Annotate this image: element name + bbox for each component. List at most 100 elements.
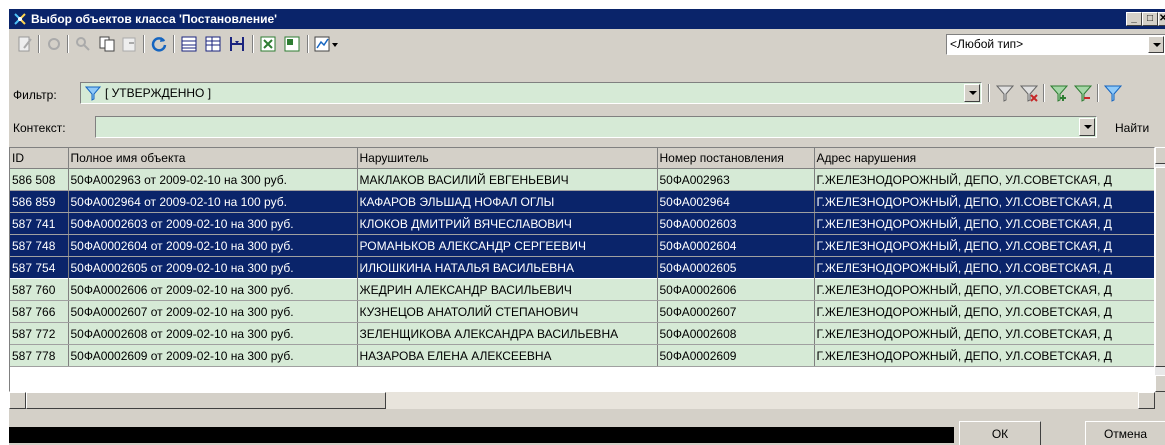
maximize-button[interactable]: □ (1142, 12, 1158, 26)
table-row[interactable]: 586 508 50ФА002963 от 2009-02-10 на 300 р… (10, 168, 1154, 191)
cell-violator: ЖЕДРИН АЛЕКСАНДР ВАСИЛЬЕВИЧ (357, 278, 658, 301)
cell-name: 50ФА002963 от 2009-02-10 на 300 руб. (68, 168, 358, 191)
ok-button[interactable]: ОК (959, 421, 1041, 445)
objects-table[interactable]: ID Полное имя объекта Нарушитель Номер пост… (9, 147, 1155, 392)
cell-violator: ИЛЮШКИНА НАТАЛЬЯ ВАСИЛЬЕВНА (357, 256, 658, 279)
cell-number: 50ФА0002604 (657, 234, 815, 257)
cell-number: 50ФА0002605 (657, 256, 815, 279)
cell-violator: КАФАРОВ ЭЛЬШАД НОФАЛ ОГЛЫ (357, 190, 658, 213)
toolbar-separator (988, 84, 990, 102)
cell-number: 50ФА002964 (657, 190, 815, 213)
cell-id: 587 766 (10, 300, 69, 323)
vertical-scrollbar[interactable] (1155, 147, 1165, 392)
cell-number: 50ФА002963 (657, 168, 815, 191)
cell-violator: МАКЛАКОВ ВАСИЛИЙ ЕВГЕНЬЕВИЧ (357, 168, 658, 191)
filter-settings-icon[interactable] (995, 83, 1015, 103)
cell-number: 50ФА0002606 (657, 278, 815, 301)
filter-remove-icon[interactable] (1073, 83, 1093, 103)
edit-icon[interactable] (15, 34, 35, 54)
chevron-down-icon[interactable] (1148, 36, 1164, 53)
horizontal-scrollbar[interactable] (9, 392, 1155, 409)
filter-apply-icon[interactable] (1103, 83, 1123, 103)
cell-violator: НАЗАРОВА ЕЛЕНА АЛЕКСЕЕВНА (357, 344, 658, 367)
type-select-value: <Любой тип> (950, 37, 1024, 51)
table-icon[interactable] (203, 34, 223, 54)
table-row[interactable]: 587 748 50ФА0002604 от 2009-02-10 на 300 … (10, 234, 1154, 257)
status-bar (9, 427, 954, 443)
cell-name: 50ФА0002606 от 2009-02-10 на 300 руб. (68, 278, 358, 301)
filter-label: Фильтр: (13, 88, 57, 102)
scroll-down-button[interactable] (1155, 375, 1165, 392)
cell-id: 586 508 (10, 168, 69, 191)
filter-clear-icon[interactable] (1019, 83, 1039, 103)
minimize-button[interactable]: _ (1126, 12, 1142, 26)
cell-id: 587 741 (10, 212, 69, 235)
table-row[interactable]: 587 741 50ФА0002603 от 2009-02-10 на 300 … (10, 212, 1154, 235)
excel-icon[interactable] (282, 34, 302, 54)
title-bar[interactable]: Выбор объектов класса 'Постановление' _ … (9, 9, 1165, 29)
cell-name: 50ФА0002603 от 2009-02-10 на 300 руб. (68, 212, 358, 235)
columns-icon[interactable] (179, 34, 199, 54)
cell-name: 50ФА0002607 от 2009-02-10 на 300 руб. (68, 300, 358, 323)
scroll-left-button[interactable] (9, 392, 26, 409)
table-row[interactable]: 587 766 50ФА0002607 от 2009-02-10 на 300 … (10, 300, 1154, 323)
toolbar-separator (67, 35, 69, 53)
scroll-thumb[interactable] (1155, 167, 1165, 367)
table-row[interactable]: 587 778 50ФА0002609 от 2009-02-10 на 300 … (10, 344, 1154, 367)
toolbar-separator (173, 35, 175, 53)
filter-add-icon[interactable] (1049, 83, 1069, 103)
context-input[interactable] (95, 116, 1097, 138)
chevron-down-icon[interactable] (964, 84, 980, 102)
properties-icon[interactable] (44, 34, 64, 54)
table-row[interactable]: 587 760 50ФА0002606 от 2009-02-10 на 300 … (10, 278, 1154, 301)
cell-violator: КЛОКОВ ДМИТРИЙ ВЯЧЕСЛАВОВИЧ (357, 212, 658, 235)
scroll-right-button[interactable] (1138, 392, 1155, 409)
cell-address: Г.ЖЕЛЕЗНОДОРОЖНЫЙ, ДЕПО, УЛ.СОВЕТСКАЯ, Д (814, 322, 1154, 345)
column-header[interactable]: Адрес нарушения (814, 148, 1154, 169)
scroll-thumb[interactable] (26, 392, 386, 409)
cell-address: Г.ЖЕЛЕЗНОДОРОЖНЫЙ, ДЕПО, УЛ.СОВЕТСКАЯ, Д (814, 212, 1154, 235)
table-row[interactable]: 587 772 50ФА0002608 от 2009-02-10 на 300 … (10, 322, 1154, 345)
cell-id: 587 754 (10, 256, 69, 279)
find-button[interactable]: Найти (1115, 121, 1149, 135)
column-header[interactable]: Нарушитель (357, 148, 658, 169)
cell-name: 50ФА0002608 от 2009-02-10 на 300 руб. (68, 322, 358, 345)
chevron-down-icon[interactable] (1079, 118, 1095, 136)
toolbar-separator (143, 35, 145, 53)
column-header[interactable]: ID (10, 148, 69, 169)
cell-address: Г.ЖЕЛЕЗНОДОРОЖНЫЙ, ДЕПО, УЛ.СОВЕТСКАЯ, Д (814, 190, 1154, 213)
filter-value: [ УТВЕРЖДЕННО ] (105, 86, 212, 100)
filter-select[interactable]: [ УТВЕРЖДЕННО ] (80, 82, 982, 104)
cell-address: Г.ЖЕЛЕЗНОДОРОЖНЫЙ, ДЕПО, УЛ.СОВЕТСКАЯ, Д (814, 344, 1154, 367)
toolbar-separator (307, 35, 309, 53)
copy-icon[interactable] (97, 34, 117, 54)
cell-number: 50ФА0002608 (657, 322, 815, 345)
cancel-button[interactable]: Отмена (1085, 421, 1165, 445)
column-header[interactable]: Номер постановления (657, 148, 815, 169)
cell-violator: КУЗНЕЦОВ АНАТОЛИЙ СТЕПАНОВИЧ (357, 300, 658, 323)
table-body: 586 508 50ФА002963 от 2009-02-10 на 300 р… (10, 168, 1154, 367)
toolbar-separator (252, 35, 254, 53)
key-icon[interactable] (73, 34, 93, 54)
cell-address: Г.ЖЕЛЕЗНОДОРОЖНЫЙ, ДЕПО, УЛ.СОВЕТСКАЯ, Д (814, 168, 1154, 191)
cell-id: 587 778 (10, 344, 69, 367)
excel-export-icon[interactable] (258, 34, 278, 54)
cell-id: 586 859 (10, 190, 69, 213)
cell-number: 50ФА0002603 (657, 212, 815, 235)
cell-name: 50ФА0002604 от 2009-02-10 на 300 руб. (68, 234, 358, 257)
paste-icon[interactable] (119, 34, 139, 54)
cell-id: 587 760 (10, 278, 69, 301)
scroll-up-button[interactable] (1155, 147, 1165, 164)
table-row[interactable]: 586 859 50ФА002964 от 2009-02-10 на 100 р… (10, 190, 1154, 213)
cell-name: 50ФА0002605 от 2009-02-10 на 300 руб. (68, 256, 358, 279)
close-button[interactable]: ✕ (1158, 12, 1165, 26)
table-header-row: ID Полное имя объекта Нарушитель Номер пост… (10, 148, 1154, 169)
column-header[interactable]: Полное имя объекта (68, 148, 358, 169)
table-row[interactable]: 587 754 50ФА0002605 от 2009-02-10 на 300 … (10, 256, 1154, 279)
chart-icon[interactable] (313, 34, 339, 54)
type-select[interactable]: <Любой тип> (946, 34, 1165, 55)
tree-icon[interactable] (227, 34, 247, 54)
window-title: Выбор объектов класса 'Постановление' (31, 12, 278, 26)
context-label: Контекст: (13, 121, 66, 135)
refresh-icon[interactable] (149, 34, 169, 54)
